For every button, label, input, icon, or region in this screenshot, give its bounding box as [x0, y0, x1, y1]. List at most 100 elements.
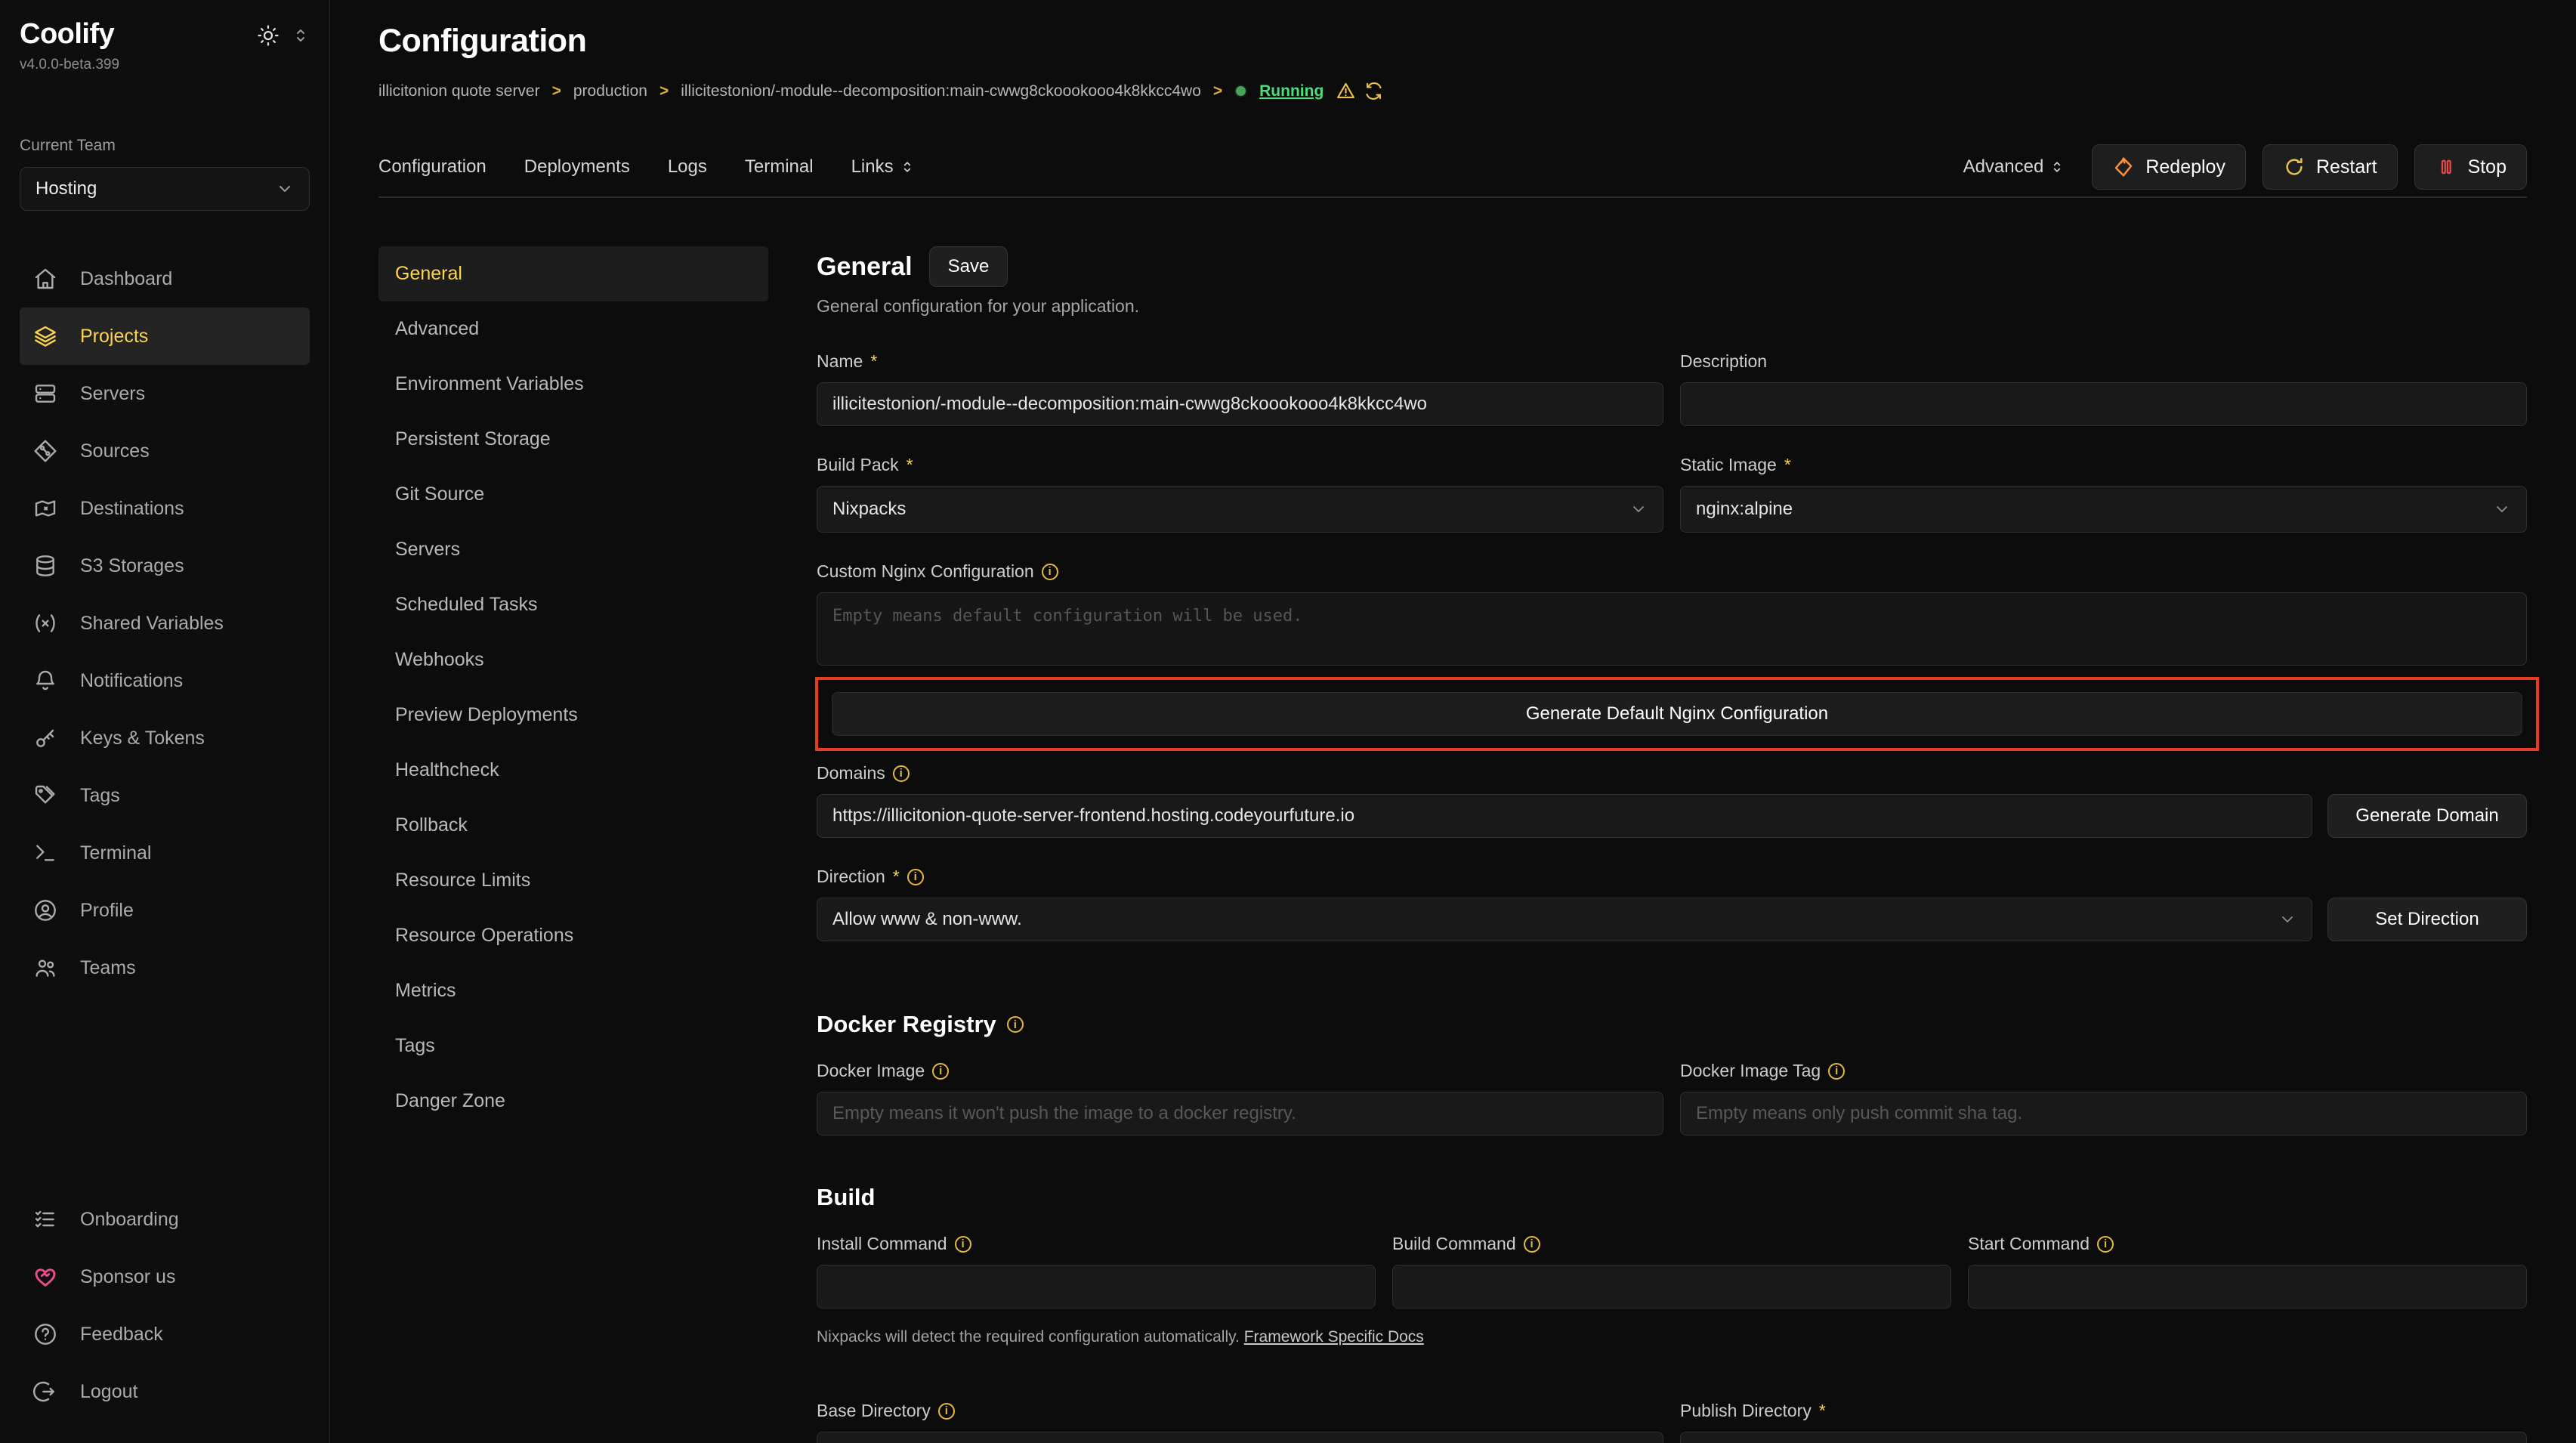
base-directory-input[interactable]	[817, 1432, 1663, 1443]
sidebar-item-projects[interactable]: Projects	[20, 307, 310, 365]
subnav-item-resource-limits[interactable]: Resource Limits	[378, 853, 768, 908]
subnav-item-webhooks[interactable]: Webhooks	[378, 632, 768, 688]
breadcrumb-environment[interactable]: production	[573, 82, 647, 100]
pause-icon	[2435, 156, 2457, 178]
section-title-general: General	[817, 252, 913, 282]
help-circle-icon	[33, 1322, 57, 1346]
sidebar-collapse-chevrons-icon[interactable]	[292, 26, 310, 45]
static-image-select[interactable]: nginx:alpine	[1680, 486, 2527, 533]
build-pack-select[interactable]: Nixpacks	[817, 486, 1663, 533]
info-icon[interactable]: i	[955, 1236, 971, 1253]
docker-image-field: Docker Image i	[817, 1061, 1663, 1136]
start-command-field: Start Command i	[1968, 1234, 2527, 1309]
sidebar-item-servers[interactable]: Servers	[20, 365, 310, 422]
tab-logs[interactable]: Logs	[668, 156, 707, 178]
direction-label: Direction	[817, 867, 885, 887]
tab-terminal[interactable]: Terminal	[745, 156, 814, 178]
sidebar-item-profile[interactable]: Profile	[20, 882, 310, 939]
docker-image-input[interactable]	[817, 1092, 1663, 1136]
description-input[interactable]	[1680, 382, 2527, 426]
general-form: General Save General configuration for y…	[817, 246, 2527, 1443]
key-icon	[33, 726, 57, 750]
subnav-item-servers[interactable]: Servers	[378, 522, 768, 577]
sidebar-item-shared-variables[interactable]: Shared Variables	[20, 595, 310, 652]
tab-deployments[interactable]: Deployments	[524, 156, 630, 178]
redeploy-button[interactable]: Redeploy	[2092, 144, 2246, 190]
sidebar-item-teams[interactable]: Teams	[20, 939, 310, 997]
direction-select[interactable]: Allow www & non-www.	[817, 898, 2312, 941]
subnav-item-danger-zone[interactable]: Danger Zone	[378, 1074, 768, 1129]
info-icon[interactable]: i	[938, 1403, 955, 1420]
subnav-item-rollback[interactable]: Rollback	[378, 798, 768, 853]
subnav-item-preview-deployments[interactable]: Preview Deployments	[378, 688, 768, 743]
sidebar-item-sources[interactable]: Sources	[20, 422, 310, 480]
sidebar-item-destinations[interactable]: Destinations	[20, 480, 310, 537]
domains-input[interactable]	[817, 794, 2312, 838]
section-title-docker-registry: Docker Registry	[817, 1011, 996, 1038]
sidebar-item-logout[interactable]: Logout	[20, 1363, 310, 1420]
framework-docs-link[interactable]: Framework Specific Docs	[1244, 1328, 1424, 1346]
sidebar-item-terminal[interactable]: Terminal	[20, 824, 310, 882]
info-icon[interactable]: i	[893, 765, 910, 782]
sidebar-item-label: Terminal	[80, 842, 151, 864]
tab-configuration[interactable]: Configuration	[378, 156, 486, 178]
advanced-label: Advanced	[1963, 156, 2044, 178]
generate-nginx-config-button[interactable]: Generate Default Nginx Configuration	[832, 692, 2522, 736]
tab-links[interactable]: Links	[851, 156, 915, 178]
subnav-item-environment-variables[interactable]: Environment Variables	[378, 357, 768, 412]
sidebar-item-label: Logout	[80, 1381, 137, 1403]
team-select-value: Hosting	[36, 178, 97, 199]
info-icon[interactable]: i	[2097, 1236, 2114, 1253]
subnav-item-persistent-storage[interactable]: Persistent Storage	[378, 412, 768, 467]
breadcrumb-application[interactable]: illicitestonion/-module--decomposition:m…	[681, 82, 1201, 100]
publish-directory-label: Publish Directory	[1680, 1401, 1812, 1421]
sidebar-item-notifications[interactable]: Notifications	[20, 652, 310, 709]
subnav-item-advanced[interactable]: Advanced	[378, 301, 768, 357]
sidebar-item-sponsor-us[interactable]: Sponsor us	[20, 1248, 310, 1305]
sidebar-item-label: Projects	[80, 326, 148, 348]
sidebar-item-feedback[interactable]: Feedback	[20, 1305, 310, 1363]
theme-toggle-sun-icon[interactable]	[257, 24, 280, 47]
stop-button[interactable]: Stop	[2414, 144, 2527, 190]
docker-image-tag-input[interactable]	[1680, 1092, 2527, 1136]
subnav-item-scheduled-tasks[interactable]: Scheduled Tasks	[378, 577, 768, 632]
sidebar-item-s3-storages[interactable]: S3 Storages	[20, 537, 310, 595]
sidebar-item-label: Shared Variables	[80, 613, 224, 635]
team-select[interactable]: Hosting	[20, 167, 310, 211]
info-icon[interactable]: i	[1007, 1016, 1024, 1033]
build-command-input[interactable]	[1392, 1265, 1951, 1309]
info-icon[interactable]: i	[1524, 1236, 1540, 1253]
info-icon[interactable]: i	[1828, 1063, 1845, 1080]
start-command-input[interactable]	[1968, 1265, 2527, 1309]
sidebar-item-tags[interactable]: Tags	[20, 767, 310, 824]
sidebar-item-dashboard[interactable]: Dashboard	[20, 250, 310, 307]
subnav-item-tags[interactable]: Tags	[378, 1018, 768, 1074]
publish-directory-input[interactable]	[1680, 1432, 2527, 1443]
custom-nginx-textarea[interactable]	[817, 592, 2527, 666]
subnav-item-healthcheck[interactable]: Healthcheck	[378, 743, 768, 798]
section-title-build: Build	[817, 1184, 876, 1211]
install-command-input[interactable]	[817, 1265, 1376, 1309]
users-icon	[33, 956, 57, 980]
warning-triangle-icon[interactable]	[1336, 81, 1356, 101]
info-icon[interactable]: i	[932, 1063, 949, 1080]
subnav-item-general[interactable]: General	[378, 246, 768, 301]
nixpacks-note: Nixpacks will detect the required config…	[817, 1328, 2527, 1346]
subnav-item-git-source[interactable]: Git Source	[378, 467, 768, 522]
generate-domain-button[interactable]: Generate Domain	[2327, 794, 2527, 838]
status-running-link[interactable]: Running	[1259, 82, 1324, 100]
refresh-icon[interactable]	[1364, 81, 1384, 101]
subnav-item-metrics[interactable]: Metrics	[378, 963, 768, 1018]
sidebar-item-onboarding[interactable]: Onboarding	[20, 1191, 310, 1248]
breadcrumb-project[interactable]: illicitonion quote server	[378, 82, 540, 100]
save-button[interactable]: Save	[929, 246, 1008, 287]
info-icon[interactable]: i	[1042, 564, 1058, 580]
tabs-divider	[378, 196, 2527, 198]
set-direction-button[interactable]: Set Direction	[2327, 898, 2527, 941]
restart-button[interactable]: Restart	[2262, 144, 2398, 190]
name-input[interactable]	[817, 382, 1663, 426]
info-icon[interactable]: i	[907, 869, 924, 885]
advanced-menu[interactable]: Advanced	[1963, 156, 2065, 178]
subnav-item-resource-operations[interactable]: Resource Operations	[378, 908, 768, 963]
sidebar-item-keys-tokens[interactable]: Keys & Tokens	[20, 709, 310, 767]
